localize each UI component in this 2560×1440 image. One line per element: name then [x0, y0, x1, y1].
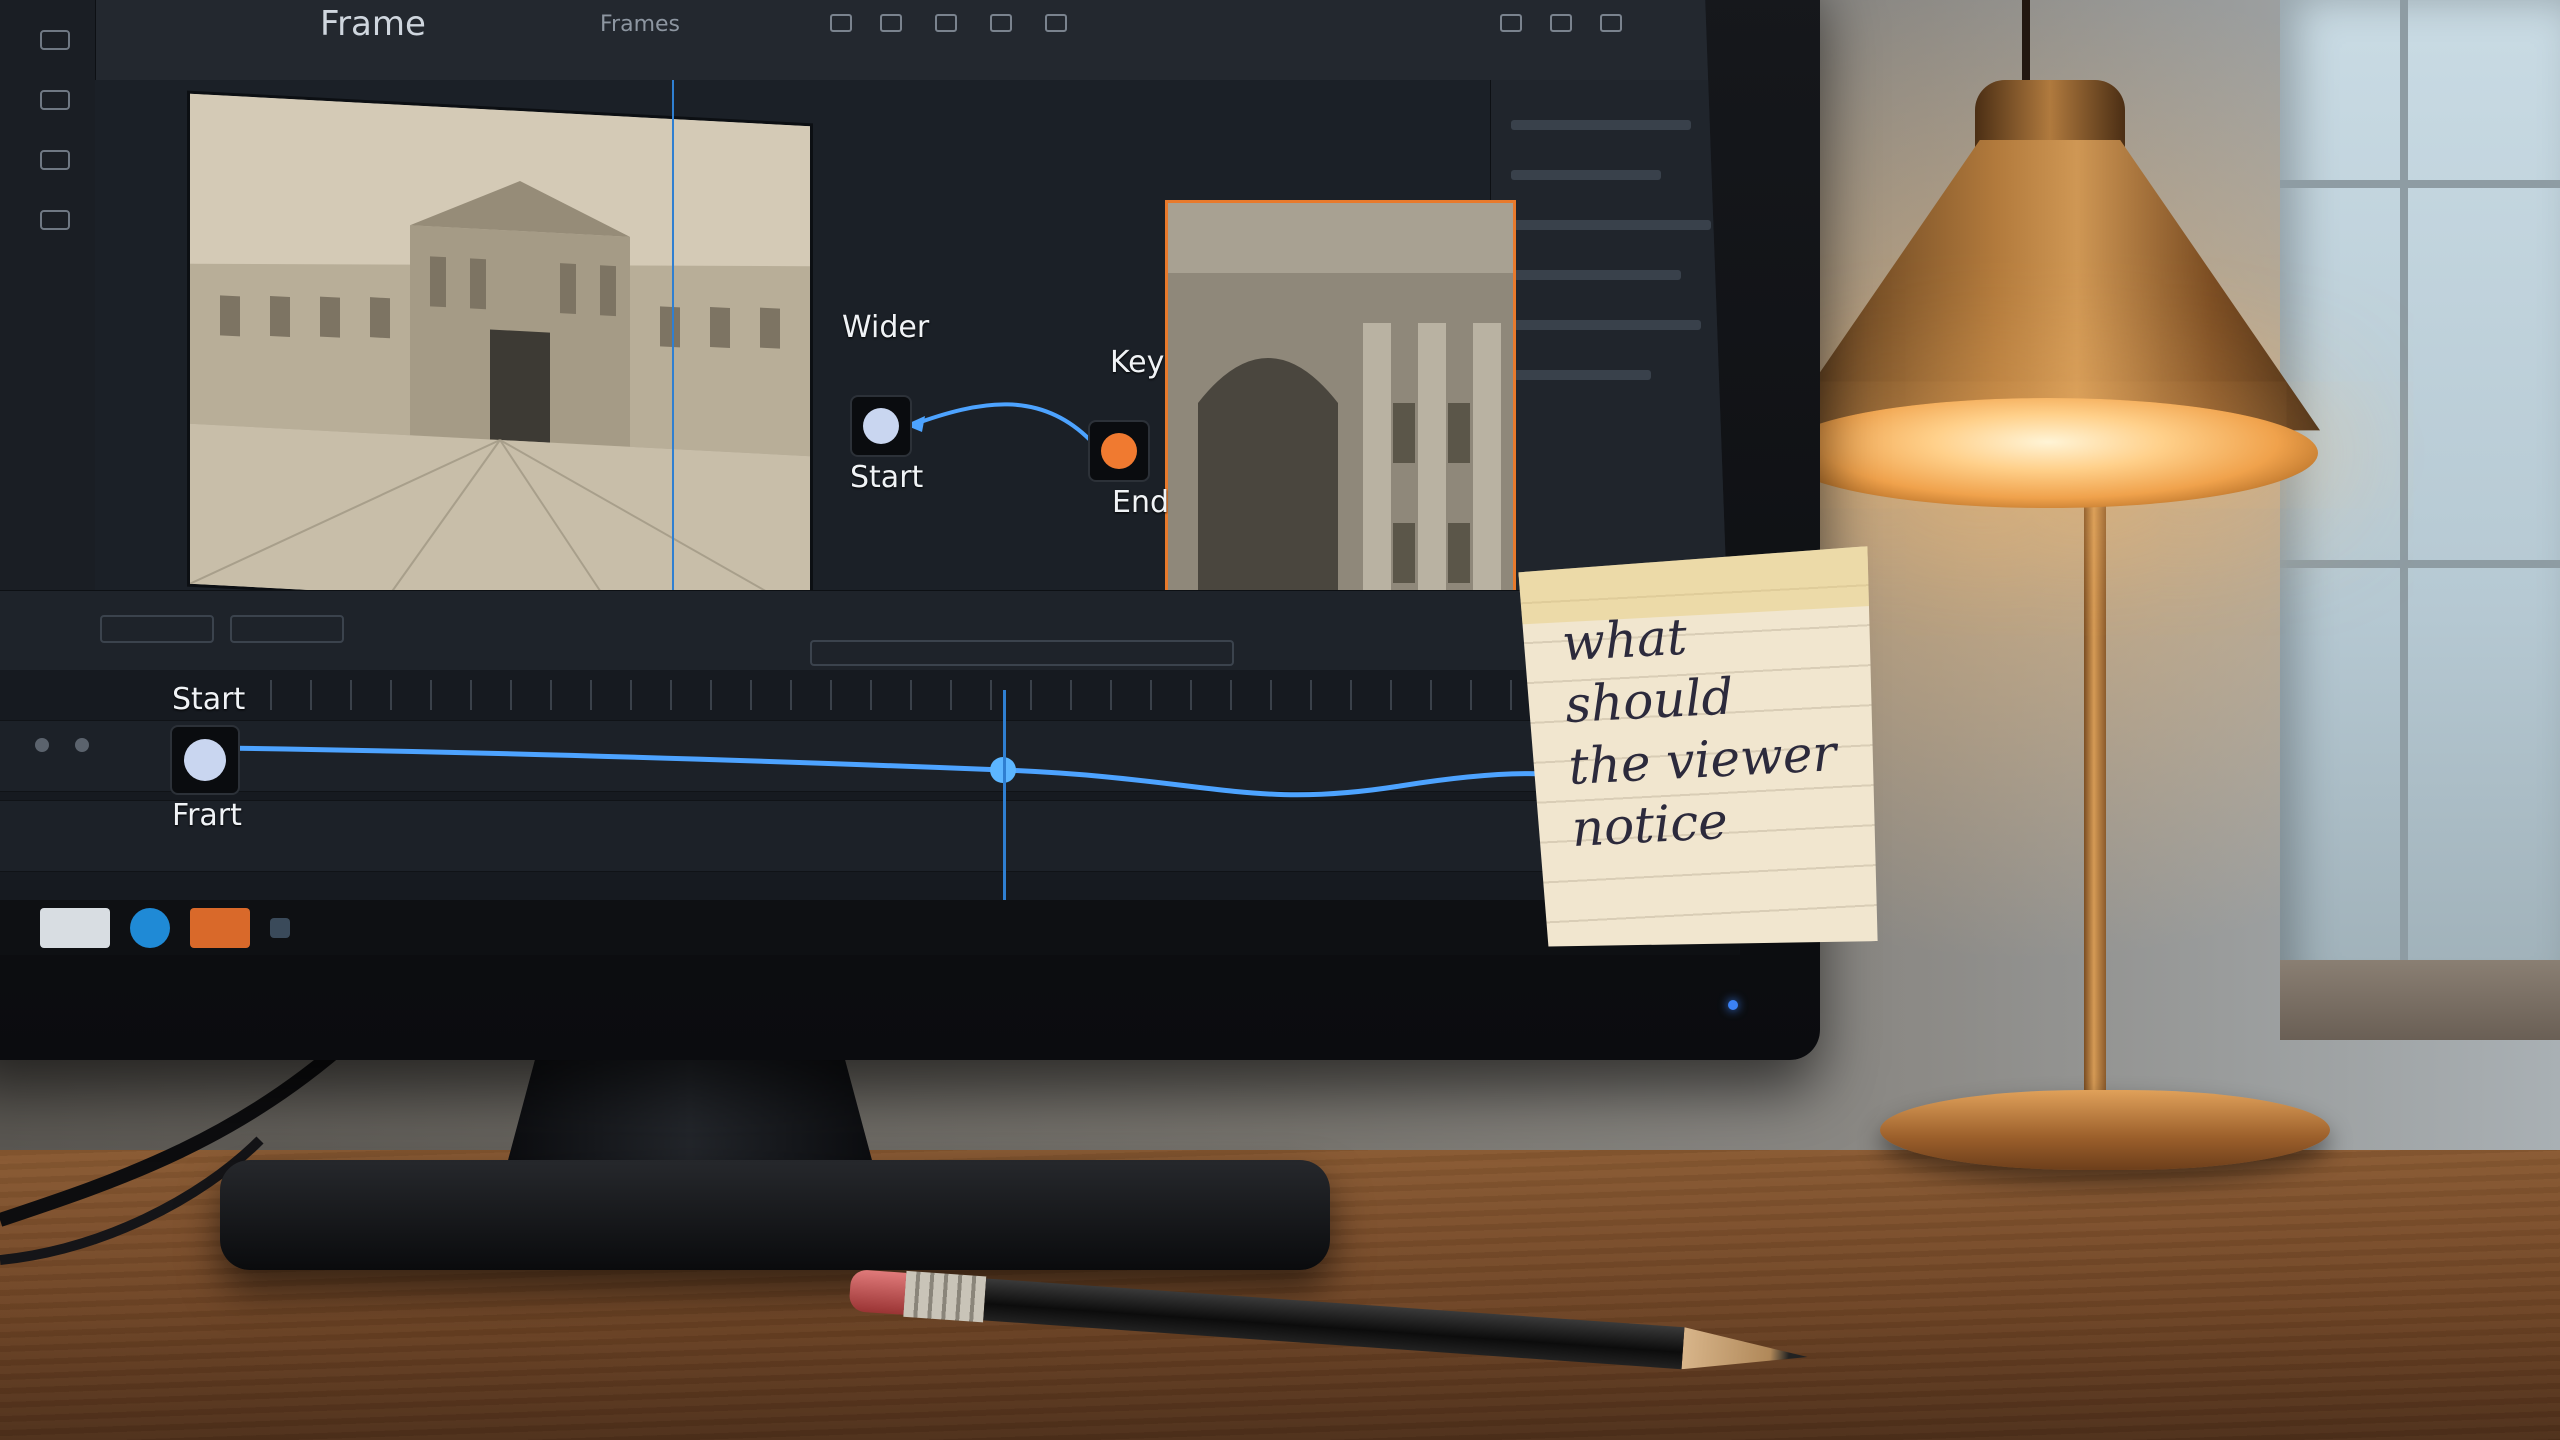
- toolbar-icon[interactable]: [880, 14, 902, 32]
- tool-icon[interactable]: [40, 150, 70, 170]
- lamp-pole: [2084, 440, 2106, 1120]
- lamp-bulb-glow: [1778, 398, 2318, 508]
- video-icon[interactable]: [190, 908, 250, 948]
- toolbar-icon[interactable]: [935, 14, 957, 32]
- window: [2280, 0, 2560, 1000]
- toolbar-icon[interactable]: [990, 14, 1012, 32]
- lamp-cord: [2022, 0, 2030, 90]
- left-toolbar: [0, 0, 96, 590]
- chat-icon[interactable]: [130, 908, 170, 948]
- toolbar-icon[interactable]: [830, 14, 852, 32]
- sticky-note-text: what should the viewer notice: [1560, 607, 1838, 858]
- building-detail-photo: [1168, 203, 1513, 648]
- start-node-top-label: Wider: [842, 310, 930, 345]
- lamp-base: [1880, 1090, 2330, 1170]
- end-node-top-label: Key: [1110, 345, 1165, 380]
- toolbar-icon[interactable]: [1500, 14, 1522, 32]
- start-frame-preview[interactable]: [190, 93, 810, 617]
- sticky-note: what should the viewer notice: [1518, 546, 1888, 959]
- add-icon[interactable]: [270, 918, 290, 938]
- tool-icon[interactable]: [40, 90, 70, 110]
- guide-line: [672, 80, 674, 660]
- end-frame-preview[interactable]: [1165, 200, 1516, 651]
- end-keyframe-node[interactable]: [1088, 420, 1150, 482]
- transport-controls[interactable]: [810, 640, 1234, 666]
- menu-frames[interactable]: Frames: [600, 12, 680, 37]
- building-photo: [190, 93, 810, 617]
- app-title: Frame: [320, 4, 426, 44]
- toolbar-icon[interactable]: [1550, 14, 1572, 32]
- app-topbar: Frame Frames: [0, 0, 1740, 81]
- start-keyframe-node[interactable]: [850, 395, 912, 457]
- window-sill: [2280, 960, 2560, 1040]
- timeline-start-top-label: Start: [172, 682, 246, 717]
- zoom-field[interactable]: [100, 615, 214, 643]
- tool-icon[interactable]: [40, 210, 70, 230]
- keyframe-dot-start: [863, 408, 899, 444]
- end-node-bottom-label: End: [1112, 485, 1170, 520]
- toolbar-icon[interactable]: [1600, 14, 1622, 32]
- toolbar-icon[interactable]: [1045, 14, 1067, 32]
- start-node-bottom-label: Start: [850, 460, 924, 495]
- timeline-animation-curve: [219, 745, 1621, 798]
- playhead[interactable]: [1003, 690, 1006, 900]
- screen: Frame Frames Wider Start Key End Start F…: [0, 0, 1740, 955]
- keyframe-dot-end: [1101, 433, 1137, 469]
- monitor-stand-base: [220, 1160, 1330, 1270]
- power-led: [1728, 1000, 1738, 1010]
- timeline-start-bottom-label: Frart: [172, 798, 242, 833]
- timecode-field[interactable]: [230, 615, 344, 643]
- tool-icon[interactable]: [40, 30, 70, 50]
- taskbar: [0, 900, 1740, 955]
- properties-panel: [1490, 80, 1740, 590]
- app-icon[interactable]: [40, 908, 110, 948]
- keyframe-dot-start: [184, 739, 226, 781]
- timeline-start-keyframe[interactable]: [170, 725, 240, 795]
